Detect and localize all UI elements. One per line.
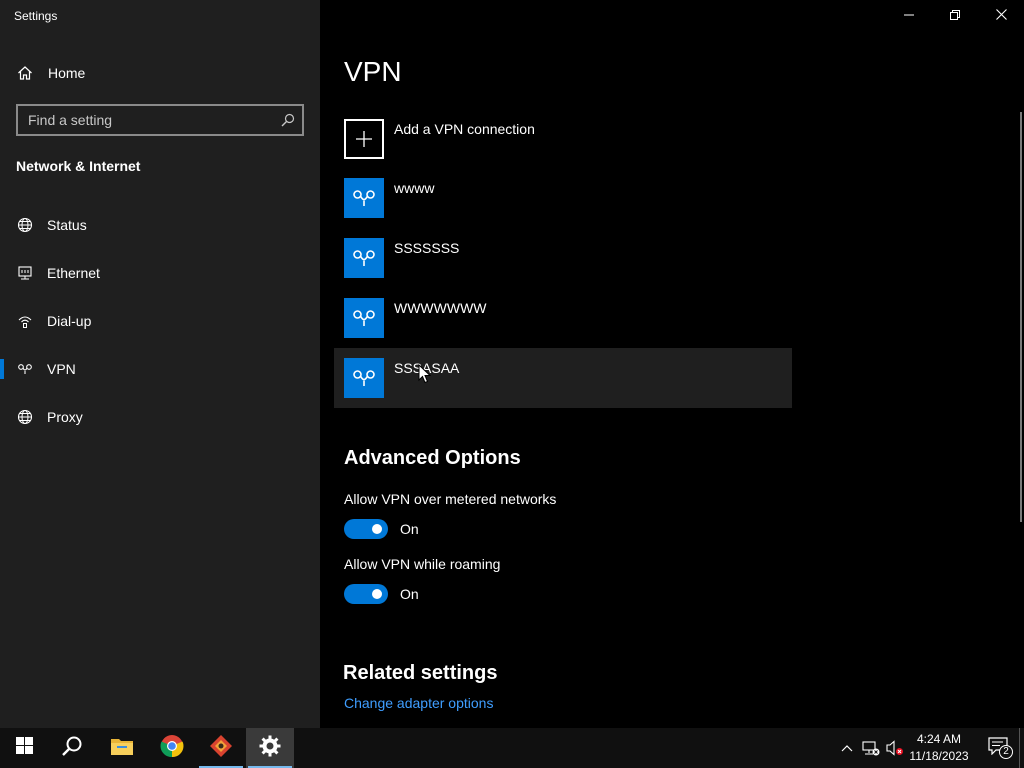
advanced-options-heading: Advanced Options: [344, 447, 521, 469]
metered-networks-state: On: [400, 521, 419, 537]
roaming-label: Allow VPN while roaming: [344, 556, 501, 572]
sidebar-item-label: Proxy: [47, 409, 83, 425]
home-icon: [16, 64, 34, 82]
window-controls: [886, 0, 1024, 32]
sidebar-item-ethernet[interactable]: Ethernet: [0, 253, 320, 293]
toggle-knob: [372, 589, 382, 599]
toggle-knob: [372, 524, 382, 534]
clock-time: 4:24 AM: [916, 732, 962, 746]
settings-sidebar: Settings Home Network & Internet Status …: [0, 0, 320, 728]
dialup-icon: [16, 312, 34, 330]
globe-icon: [16, 216, 34, 234]
sidebar-item-label: Status: [47, 217, 87, 233]
clock-date: 11/18/2023: [909, 749, 969, 763]
metered-networks-label: Allow VPN over metered networks: [344, 491, 557, 507]
app-icon: [209, 734, 233, 763]
sidebar-item-dialup[interactable]: Dial-up: [0, 301, 320, 341]
close-icon: [995, 7, 1007, 25]
volume-muted-icon[interactable]: [886, 740, 904, 756]
vpn-icon: [344, 298, 384, 338]
mouse-cursor-icon: [418, 363, 432, 384]
show-desktop-button[interactable]: [1019, 728, 1024, 768]
sidebar-item-label: VPN: [47, 361, 76, 377]
windows-start-icon: [15, 737, 33, 759]
vpn-connection-name: WWWWWWW: [394, 300, 487, 316]
change-adapter-options-link[interactable]: Change adapter options: [344, 695, 493, 711]
settings-taskbar-button[interactable]: [246, 728, 294, 768]
add-vpn-label: Add a VPN connection: [394, 121, 535, 137]
vpn-connection-item[interactable]: wwww: [334, 168, 792, 228]
vpn-icon: [344, 238, 384, 278]
start-button[interactable]: [0, 728, 48, 768]
search-input[interactable]: [28, 111, 268, 129]
app-button[interactable]: [197, 728, 245, 768]
chevron-up-icon[interactable]: [838, 740, 856, 756]
vpn-connection-item[interactable]: WWWWWWW: [334, 288, 792, 348]
window-title: Settings: [14, 9, 58, 23]
vpn-icon: [16, 360, 34, 378]
roaming-toggle[interactable]: [344, 584, 388, 604]
notification-count-badge: 2: [999, 745, 1013, 759]
scrollbar[interactable]: [1020, 112, 1022, 522]
search-field[interactable]: [16, 104, 304, 136]
vpn-icon: [344, 358, 384, 398]
vpn-connection-name: SSSSSSS: [394, 240, 460, 256]
vpn-icon: [344, 178, 384, 218]
action-center-button[interactable]: 2: [978, 728, 1018, 768]
sidebar-item-home[interactable]: Home: [0, 53, 320, 93]
metered-networks-toggle[interactable]: [344, 519, 388, 539]
taskbar: 4:24 AM 11/18/2023 2: [0, 728, 1024, 768]
settings-gear-icon: [259, 735, 281, 762]
sidebar-item-label: Dial-up: [47, 313, 92, 329]
sidebar-item-label: Home: [48, 65, 86, 81]
ethernet-icon: [16, 264, 34, 282]
search-icon: [61, 735, 83, 762]
taskbar-search-button[interactable]: [48, 728, 96, 768]
minimize-button[interactable]: [886, 0, 932, 32]
network-disconnected-icon[interactable]: [862, 740, 880, 756]
search-icon[interactable]: [281, 113, 295, 127]
section-heading: Network & Internet: [16, 158, 141, 174]
file-explorer-button[interactable]: [98, 728, 146, 768]
chrome-icon: [160, 734, 184, 763]
sidebar-item-vpn[interactable]: VPN: [0, 349, 320, 389]
vpn-connection-item[interactable]: SSSSSSS: [334, 228, 792, 288]
taskbar-clock[interactable]: 4:24 AM 11/18/2023: [904, 731, 974, 765]
vpn-connection-name: wwww: [394, 180, 435, 196]
minimize-icon: [904, 7, 914, 25]
sidebar-item-label: Ethernet: [47, 265, 100, 281]
restore-button[interactable]: [932, 0, 978, 32]
restore-icon: [950, 7, 960, 25]
page-title: VPN: [344, 56, 402, 87]
sidebar-item-proxy[interactable]: Proxy: [0, 397, 320, 437]
vpn-connection-item[interactable]: SSSASAA: [334, 348, 792, 408]
related-settings-heading: Related settings: [343, 662, 498, 684]
chrome-button[interactable]: [148, 728, 196, 768]
add-vpn-connection-button[interactable]: Add a VPN connection: [344, 119, 794, 159]
roaming-state: On: [400, 586, 419, 602]
close-button[interactable]: [978, 0, 1024, 32]
plus-icon: [344, 119, 384, 159]
sidebar-item-status[interactable]: Status: [0, 205, 320, 245]
file-explorer-icon: [110, 736, 134, 761]
globe-icon: [16, 408, 34, 426]
